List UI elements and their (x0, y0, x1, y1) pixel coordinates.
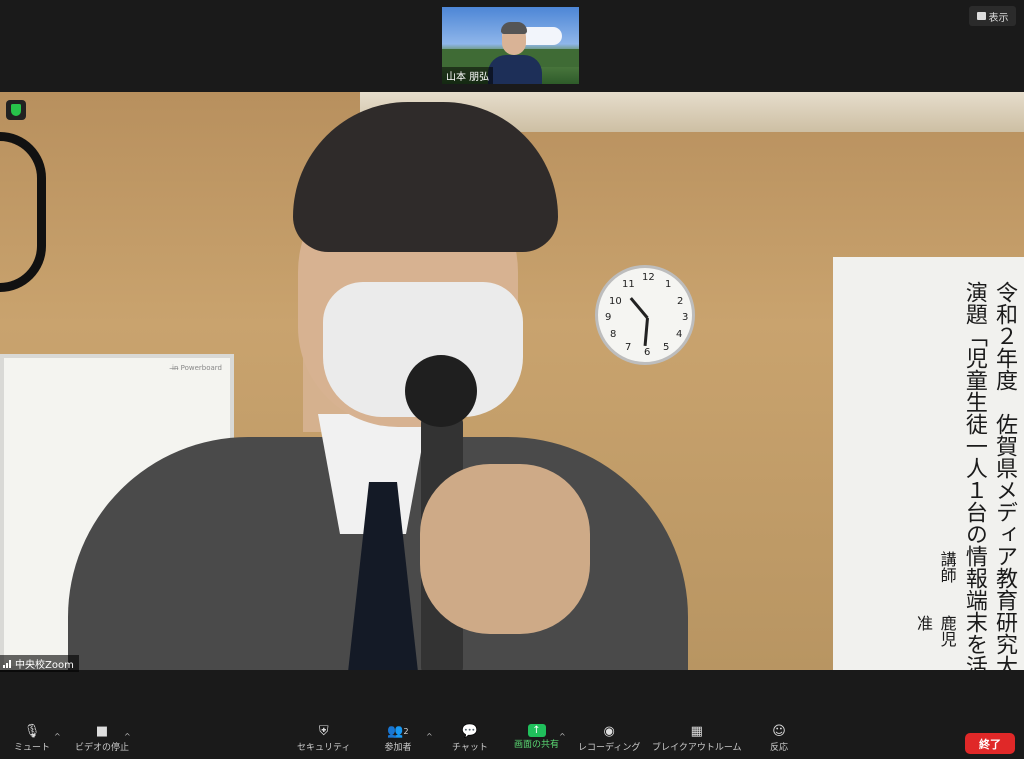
connection-signal-icon (3, 659, 11, 668)
breakout-rooms-button[interactable]: ▦ ブレイクアウトルーム (652, 724, 742, 753)
presenter (48, 92, 688, 670)
chat-button[interactable]: 💬 チャット (452, 724, 488, 753)
security-label: セキュリティ (297, 743, 351, 753)
participants-button[interactable]: 👥 2 参加者 (383, 724, 413, 753)
meeting-toolbar: 🎙 ミュート ^ ■ ビデオの停止 ^ ⛨ セキュリティ 👥 2 参加者 ^ 💬 … (0, 722, 1024, 759)
stop-video-label: ビデオの停止 (75, 743, 130, 753)
view-button[interactable]: 表示 (969, 6, 1016, 26)
reactions-label: 反応 (770, 743, 789, 753)
video-options-chevron-icon[interactable]: ^ (124, 732, 131, 741)
banner-line: 演題「児童生徒一人１台の情報端末を活用 (961, 281, 987, 670)
speaker-name-label: 中央校Zoom (0, 655, 79, 672)
mic-stand (0, 132, 46, 292)
reactions-button[interactable]: ☺ 反応 (770, 724, 788, 753)
camera-icon: ■ (95, 724, 109, 739)
participants-count: 2 (403, 727, 409, 736)
presenter-hair (293, 102, 558, 252)
mute-button[interactable]: 🎙 ミュート (14, 724, 50, 753)
breakout-rooms-label: ブレイクアウトルーム (652, 743, 742, 753)
view-button-label: 表示 (988, 12, 1009, 24)
thumbnail-person-hair (501, 22, 527, 34)
speaker-name: 中央校Zoom (15, 660, 74, 671)
participants-icon: 👥 2 (387, 724, 409, 739)
chat-label: チャット (452, 743, 488, 753)
share-options-chevron-icon[interactable]: ^ (559, 732, 566, 741)
view-grid-icon (976, 12, 986, 20)
participants-options-chevron-icon[interactable]: ^ (426, 732, 433, 741)
banner-line: 講師 鹿児 (937, 551, 957, 647)
audio-options-chevron-icon[interactable]: ^ (54, 732, 61, 741)
smiley-plus-icon: ☺ (772, 724, 786, 739)
main-speaker-video: i̶n̶ Powerboard 12 1 2 3 4 5 6 7 8 9 10 … (0, 92, 1024, 670)
shield-icon: ⛨ (318, 724, 329, 739)
participant-thumbnail[interactable]: 山本 朋弘 (442, 7, 579, 84)
participants-label: 参加者 (384, 743, 412, 753)
microphone-icon: 🎙 (23, 724, 41, 739)
banner-line: 准 (914, 551, 934, 631)
record-icon: ◉ (603, 724, 615, 739)
breakout-grid-icon: ▦ (690, 724, 703, 739)
encryption-shield-icon[interactable] (6, 100, 26, 120)
thumbnail-name: 山本 朋弘 (442, 67, 494, 84)
record-label: レコーディング (578, 743, 641, 753)
share-screen-button[interactable]: ↑ 画面の共有 (514, 724, 559, 750)
end-meeting-button[interactable]: 終了 (965, 733, 1015, 754)
stop-video-button[interactable]: ■ ビデオの停止 (75, 724, 129, 753)
share-arrow-icon: ↑ (527, 724, 546, 737)
thumbnail-person-body (488, 55, 542, 84)
mute-label: ミュート (14, 743, 51, 753)
shield-check-icon (11, 104, 21, 116)
presenter-hand (420, 464, 590, 634)
share-screen-label: 画面の共有 (514, 740, 560, 750)
banner-line: 令和２年度 佐賀県メディア教育研究大 (992, 281, 1017, 670)
record-button[interactable]: ◉ レコーディング (578, 724, 640, 753)
security-button[interactable]: ⛨ セキュリティ (297, 724, 350, 753)
microphone-head (405, 355, 477, 427)
chat-bubble-icon: 💬 (461, 724, 479, 739)
event-banner: 令和２年度 佐賀県メディア教育研究大 演題「児童生徒一人１台の情報端末を活用 講… (833, 257, 1024, 670)
